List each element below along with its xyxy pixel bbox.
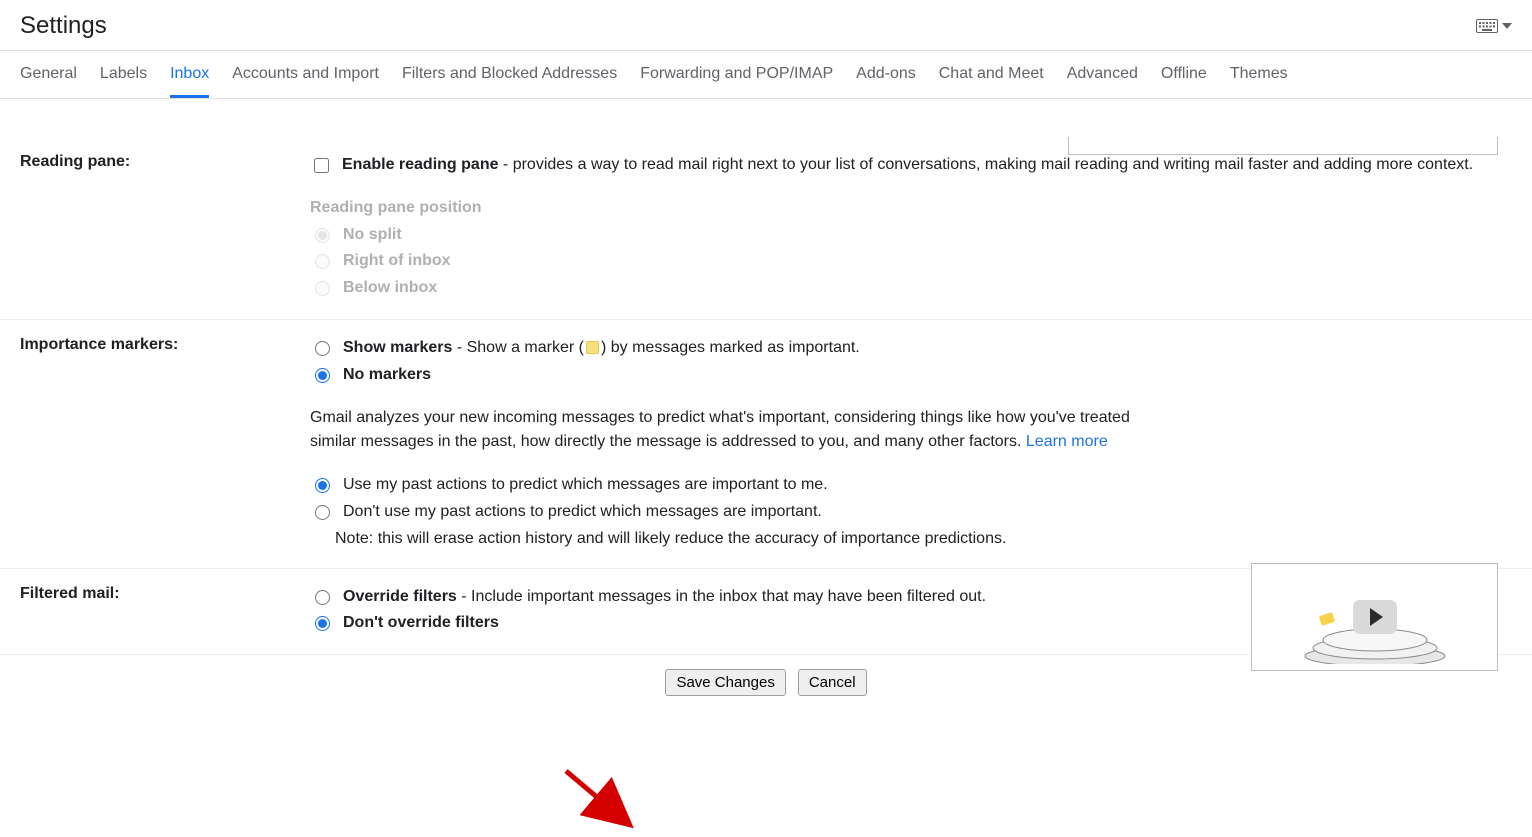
show-markers-radio[interactable] [315, 341, 330, 356]
no-markers-radio[interactable] [315, 368, 330, 383]
enable-reading-pane-text: Enable reading pane - provides a way to … [342, 153, 1473, 178]
topbar: Settings [0, 0, 1532, 51]
importance-video-thumb-wrap [1251, 563, 1498, 671]
predict-use-text: Use my past actions to predict which mes… [343, 473, 828, 498]
show-markers-desc-post: ) by messages marked as important. [601, 339, 860, 356]
reading-pane-position-radio [315, 281, 330, 296]
importance-label: Importance markers: [20, 336, 310, 552]
tab-labels[interactable]: Labels [100, 65, 147, 98]
show-markers-desc-pre: - Show a marker ( [452, 339, 584, 356]
play-icon [1353, 600, 1397, 634]
reading-pane-position-label: Right of inbox [343, 249, 451, 274]
tab-forwarding-and-pop-imap[interactable]: Forwarding and POP/IMAP [640, 65, 833, 98]
enable-reading-pane-title: Enable reading pane [342, 156, 498, 173]
filtered-label: Filtered mail: [20, 585, 310, 639]
page-title: Settings [20, 12, 107, 40]
section-reading-pane: Reading pane: Enable reading pane - prov… [0, 137, 1532, 320]
tab-offline[interactable]: Offline [1161, 65, 1207, 98]
predict-note: Note: this will erase action history and… [335, 527, 1512, 552]
importance-body: Show markers - Show a marker ( ) by messa… [310, 336, 1512, 552]
tab-advanced[interactable]: Advanced [1067, 65, 1138, 98]
reading-pane-position-option: Below inbox [310, 276, 1512, 301]
show-markers-row: Show markers - Show a marker ( ) by messa… [310, 336, 1512, 361]
input-tools-menu[interactable] [1476, 19, 1512, 33]
reading-pane-position-group: Reading pane position No splitRight of i… [310, 196, 1512, 301]
settings-tabs: General Labels Inbox Accounts and Import Fil… [0, 51, 1532, 99]
importance-marker-icon [586, 341, 599, 354]
content: Reading pane: Enable reading pane - prov… [0, 137, 1532, 710]
tab-inbox[interactable]: Inbox [170, 65, 209, 98]
override-filters-radio[interactable] [315, 590, 330, 605]
section-importance-markers: Importance markers: Show markers - Show … [0, 320, 1532, 569]
no-markers-row: No markers [310, 363, 1512, 388]
dont-override-radio[interactable] [315, 616, 330, 631]
save-changes-button[interactable]: Save Changes [665, 669, 785, 696]
reading-pane-position-label: Below inbox [343, 276, 437, 301]
override-filters-text: Override filters - Include important mes… [343, 585, 986, 610]
show-markers-title: Show markers [343, 339, 452, 356]
override-filters-desc: - Include important messages in the inbo… [457, 588, 986, 605]
reading-pane-body: Enable reading pane - provides a way to … [310, 153, 1512, 303]
predict-use-radio[interactable] [315, 478, 330, 493]
tab-chat-and-meet[interactable]: Chat and Meet [939, 65, 1044, 98]
partial-box-above [1068, 137, 1498, 155]
enable-reading-pane-desc: - provides a way to read mail right next… [498, 156, 1473, 173]
importance-explain-text: Gmail analyzes your new incoming message… [310, 409, 1130, 451]
importance-video-thumb[interactable] [1251, 563, 1498, 671]
cancel-button[interactable]: Cancel [798, 669, 867, 696]
importance-explain: Gmail analyzes your new incoming message… [310, 406, 1180, 456]
reading-pane-position-label: No split [343, 223, 402, 248]
predict-dont-radio[interactable] [315, 505, 330, 520]
enable-reading-pane-row: Enable reading pane - provides a way to … [310, 153, 1512, 178]
learn-more-link[interactable]: Learn more [1026, 433, 1108, 450]
show-markers-text: Show markers - Show a marker ( ) by messa… [343, 336, 860, 361]
tab-general[interactable]: General [20, 65, 77, 98]
override-filters-title: Override filters [343, 588, 457, 605]
predict-use-row: Use my past actions to predict which mes… [310, 473, 1512, 498]
predict-dont-text: Don't use my past actions to predict whi… [343, 500, 822, 525]
reading-pane-label: Reading pane: [20, 153, 310, 303]
settings-page: Settings General Labels Inbox Accounts and … [0, 0, 1532, 735]
enable-reading-pane-checkbox[interactable] [314, 158, 329, 173]
tab-filters-and-blocked-addresses[interactable]: Filters and Blocked Addresses [402, 65, 617, 98]
dont-override-title: Don't override filters [343, 611, 499, 636]
reading-pane-position-radio [315, 254, 330, 269]
annotation-arrow [560, 765, 650, 837]
tab-themes[interactable]: Themes [1230, 65, 1288, 98]
predict-dont-row: Don't use my past actions to predict whi… [310, 500, 1512, 525]
keyboard-icon [1476, 19, 1498, 33]
tab-add-ons[interactable]: Add-ons [856, 65, 916, 98]
reading-pane-position-radio [315, 228, 330, 243]
reading-pane-position-option: No split [310, 223, 1512, 248]
caret-down-icon [1502, 23, 1512, 29]
tab-accounts-and-import[interactable]: Accounts and Import [232, 65, 379, 98]
reading-pane-position-option: Right of inbox [310, 249, 1512, 274]
no-markers-title: No markers [343, 363, 431, 388]
reading-pane-position-heading: Reading pane position [310, 196, 1512, 221]
